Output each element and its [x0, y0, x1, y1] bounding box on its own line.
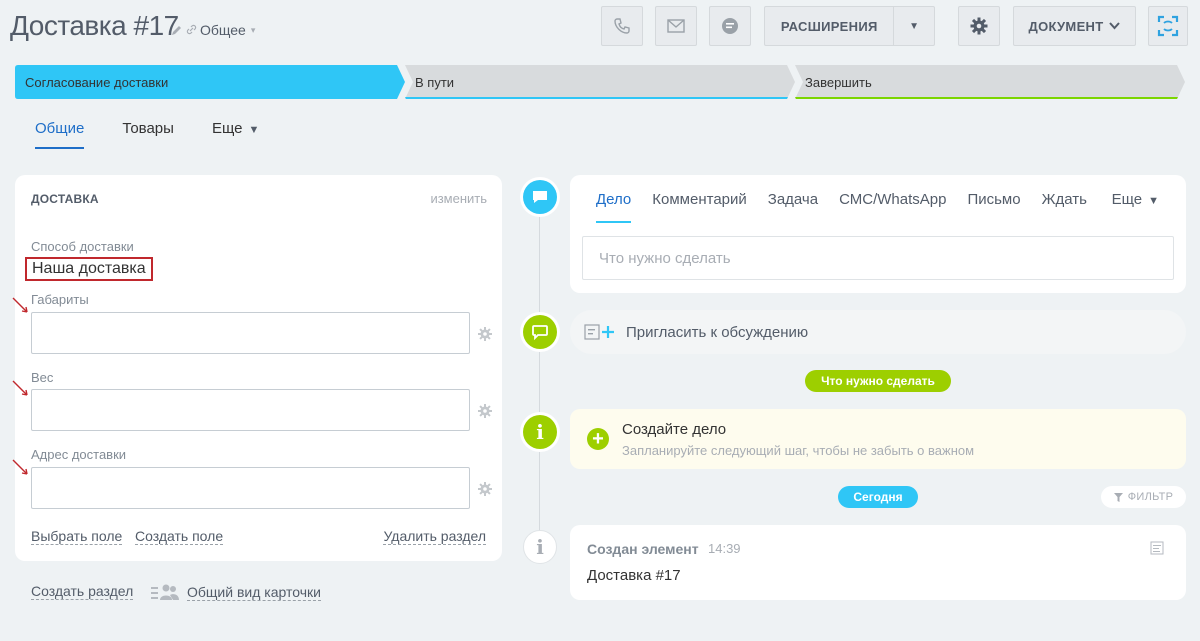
field-settings-icon[interactable]	[478, 482, 492, 496]
chevron-down-icon: ▾	[250, 24, 256, 35]
create-task-subtitle: Запланируйте следующий шаг, чтобы не заб…	[622, 443, 975, 458]
card-view-link[interactable]: Общий вид карточки	[151, 583, 321, 601]
settings-button[interactable]	[958, 6, 1000, 46]
chevron-down-icon: ▼	[1148, 195, 1159, 207]
create-task-title: Создайте дело	[622, 421, 727, 438]
email-button[interactable]	[655, 6, 697, 46]
stage-label: В пути	[415, 74, 455, 90]
edit-title-icon[interactable]	[171, 24, 183, 36]
extensions-label: РАСШИРЕНИЯ	[780, 18, 878, 34]
card-title: ДОСТАВКА	[31, 192, 99, 206]
title-link[interactable]: Общее ▾	[186, 22, 255, 38]
tab-sms-whatsapp[interactable]: СМС/WhatsApp	[839, 191, 946, 223]
phone-button[interactable]	[601, 6, 643, 46]
filter-button[interactable]: ФИЛЬТР	[1101, 486, 1186, 508]
todo-pill: Что нужно сделать	[805, 370, 951, 392]
capture-icon	[1157, 15, 1179, 37]
filter-icon	[1113, 492, 1123, 502]
select-field-link[interactable]: Выбрать поле	[31, 528, 123, 545]
entry-body[interactable]: Доставка #17	[587, 567, 681, 584]
dimensions-label: Габариты	[31, 292, 89, 307]
users-icon	[151, 584, 179, 600]
field-settings-icon[interactable]	[478, 327, 492, 341]
delete-section-link[interactable]: Удалить раздел	[383, 528, 486, 545]
delivery-method-value[interactable]: Наша доставка	[25, 257, 153, 281]
page-title: Доставка #17	[10, 10, 179, 41]
delivery-card: ДОСТАВКА изменить Способ доставки Наша д…	[12, 175, 502, 561]
tab-products[interactable]: Товары	[122, 120, 174, 149]
field-settings-icon[interactable]	[478, 404, 492, 418]
document-label: ДОКУМЕНТ	[1028, 18, 1104, 34]
gear-icon	[970, 17, 988, 35]
tab-label: Товары	[122, 120, 174, 137]
tab-general[interactable]: Общие	[35, 120, 85, 149]
weight-label: Вес	[31, 370, 54, 385]
plus-icon[interactable]: +	[587, 428, 609, 450]
chat-button[interactable]	[709, 6, 751, 46]
entry-title: Создан элемент	[587, 541, 699, 557]
comment-bubble-icon	[523, 180, 557, 214]
tab-task[interactable]: Задача	[768, 191, 818, 223]
tab-more[interactable]: Еще ▼	[212, 120, 259, 149]
timeline-line	[539, 197, 540, 547]
stage-in-transit[interactable]: В пути	[405, 65, 795, 99]
document-button[interactable]: ДОКУМЕНТ	[1013, 6, 1136, 46]
address-label: Адрес доставки	[31, 447, 127, 462]
entry-time: 14:39	[708, 541, 741, 556]
tab-activity[interactable]: Дело	[596, 191, 632, 223]
create-section-link[interactable]: Создать раздел	[31, 583, 134, 600]
address-input[interactable]	[31, 467, 470, 509]
stage-finish[interactable]: Завершить	[795, 65, 1185, 99]
create-field-link[interactable]: Создать поле	[135, 528, 224, 545]
stage-label: Завершить	[805, 74, 872, 90]
phone-icon	[614, 18, 630, 34]
card-view-label: Общий вид карточки	[187, 583, 321, 601]
main-tabs: Общие Товары Еще ▼	[35, 120, 297, 149]
stage-label: Согласование доставки	[25, 74, 169, 90]
tab-label: Общие	[35, 120, 85, 137]
stage-approval[interactable]: Согласование доставки	[15, 65, 405, 99]
title-link-label: Общее	[200, 22, 246, 38]
chevron-down-icon	[1109, 22, 1121, 30]
history-entry: Создан элемент 14:39 Доставка #17	[570, 525, 1186, 600]
edit-section-link[interactable]: изменить	[430, 191, 487, 206]
chat-icon	[722, 18, 738, 34]
tab-wait[interactable]: Ждать	[1042, 191, 1087, 223]
mail-icon	[667, 19, 685, 33]
tab-label: Еще	[211, 120, 243, 137]
stage-bar: Согласование доставки В пути Завершить	[15, 65, 1185, 99]
chevron-down-icon: ▼	[248, 124, 260, 136]
today-pill: Сегодня	[838, 486, 918, 508]
filter-label: ФИЛЬТР	[1127, 491, 1174, 503]
info-icon: i	[523, 415, 557, 449]
tab-comment[interactable]: Комментарий	[652, 191, 746, 223]
dimensions-input[interactable]	[31, 312, 470, 354]
invite-label: Пригласить к обсуждению	[626, 323, 809, 341]
composer-tabs: Дело Комментарий Задача СМС/WhatsApp Пис…	[596, 191, 1108, 223]
chat-bubble-icon	[523, 315, 557, 349]
composer-more-label: Еще	[1111, 191, 1143, 208]
screenshot-button[interactable]	[1148, 6, 1188, 46]
create-task-banner[interactable]: + Создайте дело Запланируйте следующий ш…	[570, 409, 1186, 469]
annotation-arrow-icon	[12, 380, 28, 396]
caret-down-icon[interactable]: ▼	[894, 21, 934, 32]
extensions-button[interactable]: РАСШИРЕНИЯ ▼	[764, 6, 935, 46]
delivery-method-label: Способ доставки	[31, 239, 134, 254]
tab-email[interactable]: Письмо	[967, 191, 1020, 223]
annotation-arrow-icon	[12, 297, 28, 313]
composer-more-tab[interactable]: Еще ▼	[1112, 191, 1159, 208]
link-icon	[186, 22, 197, 38]
document-icon	[1150, 541, 1164, 555]
activity-composer: Дело Комментарий Задача СМС/WhatsApp Пис…	[570, 175, 1186, 293]
invite-add-icon	[584, 324, 614, 340]
activity-input[interactable]: Что нужно сделать	[582, 236, 1174, 280]
weight-input[interactable]	[31, 389, 470, 431]
invite-to-discussion-button[interactable]: Пригласить к обсуждению	[570, 310, 1186, 354]
info-icon: i	[523, 530, 557, 564]
annotation-arrow-icon	[12, 459, 28, 475]
